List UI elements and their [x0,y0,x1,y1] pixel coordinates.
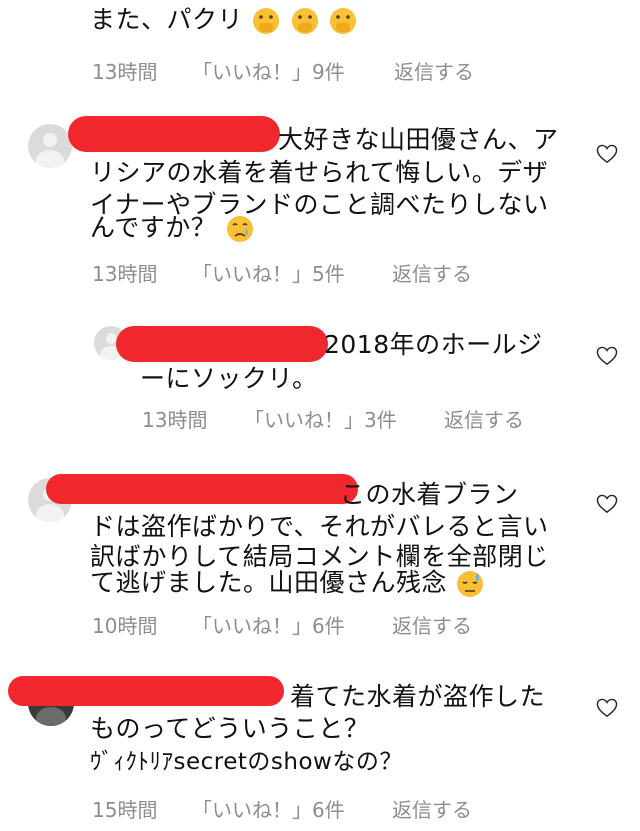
reply-button[interactable]: 返信する [392,610,472,639]
timestamp: 13時間 [142,408,208,432]
timestamp: 13時間 [92,262,158,286]
timestamp: 10時間 [92,614,158,638]
comment-text: また、パクリ [90,3,358,36]
heart-outline-icon[interactable] [596,144,618,164]
reply-button[interactable]: 返信する [392,258,472,287]
likes-count[interactable]: 「いいね！」6件 [192,794,345,823]
comment-text-line: 2018年のホールジ [324,330,543,359]
reply-button[interactable]: 返信する [444,404,524,433]
comment-text-line: ドは盗作ばかりで、それがバレると言い [90,512,549,541]
comment-meta: 13時間 「いいね！」3件 返信する [142,404,582,433]
comment-text-line: んですか？ [90,211,255,244]
comment-meta: 13時間 「いいね！」5件 返信する [92,258,572,287]
comment-meta: 13時間 「いいね！」9件 返信する [92,56,572,85]
comment-meta: 15時間 「いいね！」6件 返信する [92,794,572,823]
heart-outline-icon[interactable] [596,698,618,718]
redacted-username [68,116,280,152]
comment-meta: 10時間 「いいね！」6件 返信する [92,610,572,639]
reply-button[interactable]: 返信する [392,794,472,823]
likes-count[interactable]: 「いいね！」5件 [192,258,345,287]
timestamp: 15時間 [92,798,158,822]
reply-button[interactable]: 返信する [394,56,474,85]
likes-count[interactable]: 「いいね！」9件 [192,56,345,85]
timestamp: 13時間 [92,60,158,84]
crying-face-emoji [226,216,253,242]
comment-text-line: 大好きな山田優さん、ア [278,125,559,154]
redacted-username [8,676,284,706]
avatar[interactable] [28,124,72,168]
comment-text-line: ーにソックリ。 [140,364,318,393]
hand-over-mouth-emoji [253,8,280,34]
comment-text-line: て逃げました。山田優さん残念 [90,566,485,599]
hand-over-mouth-emoji [330,8,357,34]
comment-text-line: 着てた水着が盗作した [290,682,546,711]
redacted-username [46,474,358,504]
likes-count[interactable]: 「いいね！」6件 [192,610,345,639]
heart-outline-icon[interactable] [596,346,618,366]
comment-text-line: ｳﾞｨｸﾄﾘｱsecretのshowなの？ [90,749,403,775]
comment-text-line: ものってどういうこと？ [90,714,370,743]
hand-over-mouth-emoji [291,8,318,34]
comment-text-line: この水着ブラン [340,480,519,509]
redacted-username [116,326,328,362]
sweat-face-emoji [457,571,484,597]
likes-count[interactable]: 「いいね！」3件 [244,404,397,433]
heart-outline-icon[interactable] [596,494,618,514]
comment-text-line: リシアの水着を着せられて悔しい。デザ [90,158,549,187]
